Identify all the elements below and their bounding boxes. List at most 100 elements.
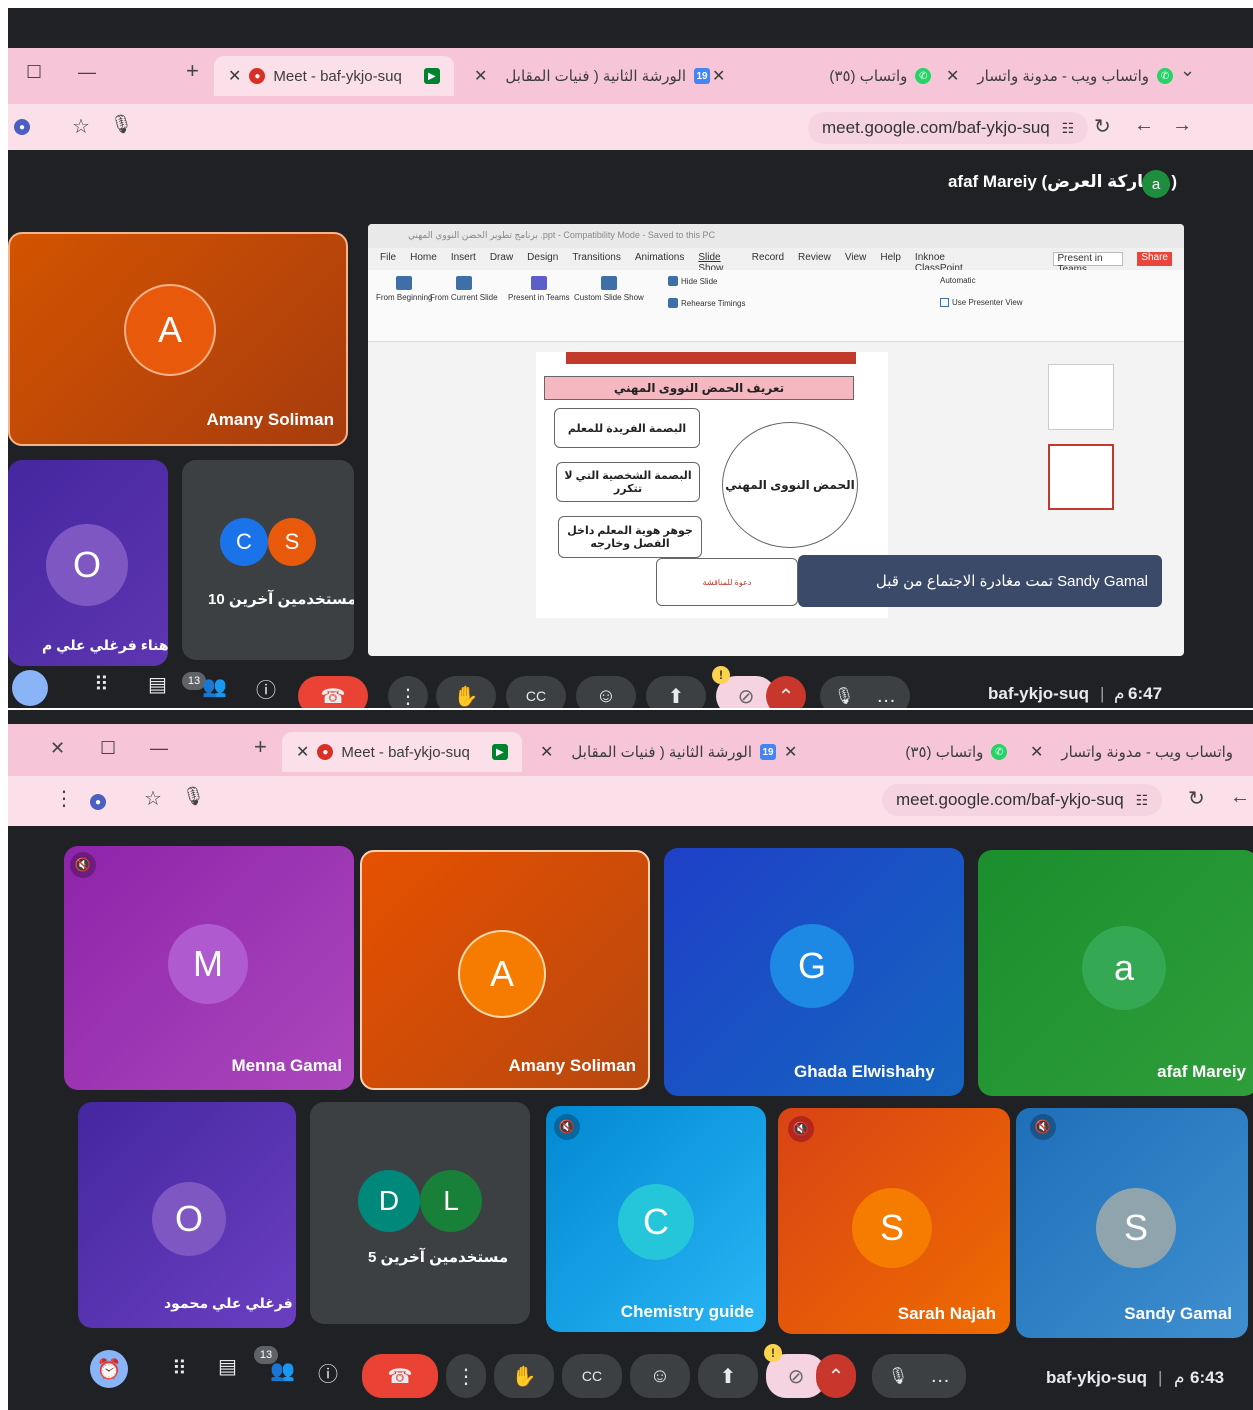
menu-item[interactable]: Home [410,252,437,266]
captions-button[interactable]: CC [562,1354,622,1398]
chevron-down-icon[interactable]: ⌄ [1180,60,1195,81]
tab-whatsapp-web[interactable]: ✕ واتساب ويب - مدونة واتسار ✆ [946,56,1174,96]
hide-slide-button[interactable]: Hide Slide [668,276,717,286]
tab-whatsapp-web[interactable]: ✕ واتساب ويب - مدونة واتسار [1030,732,1233,772]
timer-icon[interactable]: ⏰ [90,1350,128,1388]
menu-item[interactable]: Help [880,252,901,266]
timer-icon[interactable] [12,670,48,706]
participant-tile[interactable]: O هناء فرغلي علي م... [8,460,168,666]
tab-close-icon[interactable]: ✕ [474,66,487,86]
monitor-select[interactable]: Automatic [940,276,976,285]
forward-icon[interactable]: → [1172,114,1192,137]
end-call-button[interactable]: ☎ [298,676,368,708]
menu-item[interactable]: File [380,252,396,266]
mic-button[interactable]: 🎙… [820,676,910,708]
present-button[interactable]: ⬆ [698,1354,758,1398]
menu-item[interactable]: Slide Show [698,252,737,274]
menu-item[interactable]: Record [752,252,784,266]
participant-tile[interactable]: O هناء فرغلي علي محمود [78,1102,296,1328]
star-icon[interactable]: ☆ [72,114,90,139]
reload-icon[interactable]: ↻ [1094,114,1111,139]
star-icon[interactable]: ☆ [144,786,162,811]
profile-icon[interactable]: ● [14,119,30,135]
from-beginning-button[interactable]: From Beginning [376,276,432,302]
menu-item[interactable]: Insert [451,252,476,266]
tab-workshop[interactable]: ✕ الورشة الثانية ( فنيات المقابل 19 [474,56,711,96]
minimize-icon[interactable]: — [78,62,96,83]
reactions-button[interactable]: ☺ [630,1354,690,1398]
close-icon[interactable]: ✕ [50,738,65,759]
tab-close-icon[interactable]: ✕ [712,66,725,86]
tab-close-icon[interactable]: ✕ [296,742,309,762]
captions-button[interactable]: CC [506,676,566,708]
back-icon[interactable]: ← [1230,786,1250,809]
raise-hand-button[interactable]: ✋ [494,1354,554,1398]
menu-item[interactable]: View [845,252,867,266]
custom-show-button[interactable]: Custom Slide Show [574,276,644,302]
chat-icon[interactable]: ▤ [218,1354,237,1379]
more-options-button[interactable]: ⋮ [388,676,428,708]
profile-icon[interactable]: ● [90,794,106,810]
info-icon[interactable]: ⓘ [318,1358,338,1387]
menu-item[interactable]: Review [798,252,831,266]
tab-close-icon[interactable]: ✕ [784,742,797,762]
tab-close-icon[interactable]: ✕ [946,66,959,86]
menu-icon[interactable]: ⋮ [54,786,74,811]
mic-button[interactable]: 🎙… [872,1354,966,1398]
menu-item[interactable]: Design [527,252,558,266]
menu-item[interactable]: Draw [490,252,513,266]
tab-close-icon[interactable]: ✕ [540,742,553,762]
tab-whatsapp[interactable]: ✕ (٣٥) واتساب ✆ [712,56,932,96]
menu-item[interactable]: Animations [635,252,684,266]
more-options-button[interactable]: ⋮ [446,1354,486,1398]
camera-options-button[interactable]: ⌃ [816,1354,856,1398]
participant-tile[interactable]: 🔇 S Sandy Gamal [1016,1108,1248,1338]
present-button[interactable]: ⬆ [646,676,706,708]
tab-close-icon[interactable]: ✕ [228,66,241,86]
slide-thumbnail-active[interactable] [1048,444,1114,510]
new-tab-button[interactable]: + [186,58,199,84]
participant-tile[interactable]: A Amany Soliman [360,850,650,1090]
from-current-button[interactable]: From Current Slide [430,276,498,302]
url-field[interactable]: meet.google.com/baf-ykjo-suq ☷ [808,112,1089,144]
reload-icon[interactable]: ↻ [1188,786,1205,811]
slide-thumbnail[interactable] [1048,364,1114,430]
menu-item[interactable]: Inknoe ClassPoint [915,252,979,274]
presenter-view-checkbox[interactable]: Use Presenter View [940,298,1023,307]
mic-icon[interactable]: 🎙 [110,114,133,135]
mic-icon[interactable]: 🎙 [182,786,205,807]
present-teams-button[interactable]: Present in Teams [508,276,570,302]
menu-item[interactable]: Transitions [572,252,621,266]
site-settings-icon[interactable]: ☷ [1136,792,1149,809]
back-icon[interactable]: ← [1134,114,1154,137]
maximize-icon[interactable]: ☐ [26,62,42,83]
others-tile[interactable]: D L 5 مستخدمين آخرين [310,1102,530,1324]
share-button[interactable]: Share [1137,252,1172,266]
participant-tile[interactable]: 🔇 S Sarah Najah [778,1108,1010,1334]
present-in-teams-button[interactable]: Present in Teams [1052,252,1124,275]
new-tab-button[interactable]: + [254,734,267,760]
tab-meet[interactable]: ✕ ● Meet - baf-ykjo-suq ▶ [214,56,454,96]
participant-tile[interactable]: 🔇 M Menna Gamal [64,846,354,1090]
minimize-icon[interactable]: — [150,738,168,759]
people-icon[interactable]: 👥 [270,1358,295,1383]
apps-icon[interactable]: ⠿ [172,1356,187,1381]
url-field[interactable]: meet.google.com/baf-ykjo-suq ☷ [882,784,1163,816]
people-icon[interactable]: 👥 [202,674,227,699]
participant-tile[interactable]: a afaf Mareiy [978,850,1253,1096]
others-tile[interactable]: C S 10 مستخدمين آخرين [182,460,354,660]
tab-workshop[interactable]: ✕ الورشة الثانية ( فنيات المقابل 19 [540,732,777,772]
chat-icon[interactable]: ▤ [148,672,167,697]
site-settings-icon[interactable]: ☷ [1062,120,1075,137]
end-call-button[interactable]: ☎ [362,1354,438,1398]
rehearse-button[interactable]: Rehearse Timings [668,298,745,308]
reactions-button[interactable]: ☺ [576,676,636,708]
tab-whatsapp[interactable]: ✕ (٣٥) واتساب ✆ [784,732,1008,772]
info-icon[interactable]: ⓘ [256,674,276,703]
maximize-icon[interactable]: ☐ [100,738,116,759]
apps-icon[interactable]: ⠿ [94,672,109,697]
participant-tile[interactable]: G Ghada Elwishahy [664,848,964,1096]
camera-options-button[interactable]: ⌃ [766,676,806,708]
raise-hand-button[interactable]: ✋ [436,676,496,708]
tab-meet[interactable]: ✕ ● Meet - baf-ykjo-suq ▶ [282,732,522,772]
